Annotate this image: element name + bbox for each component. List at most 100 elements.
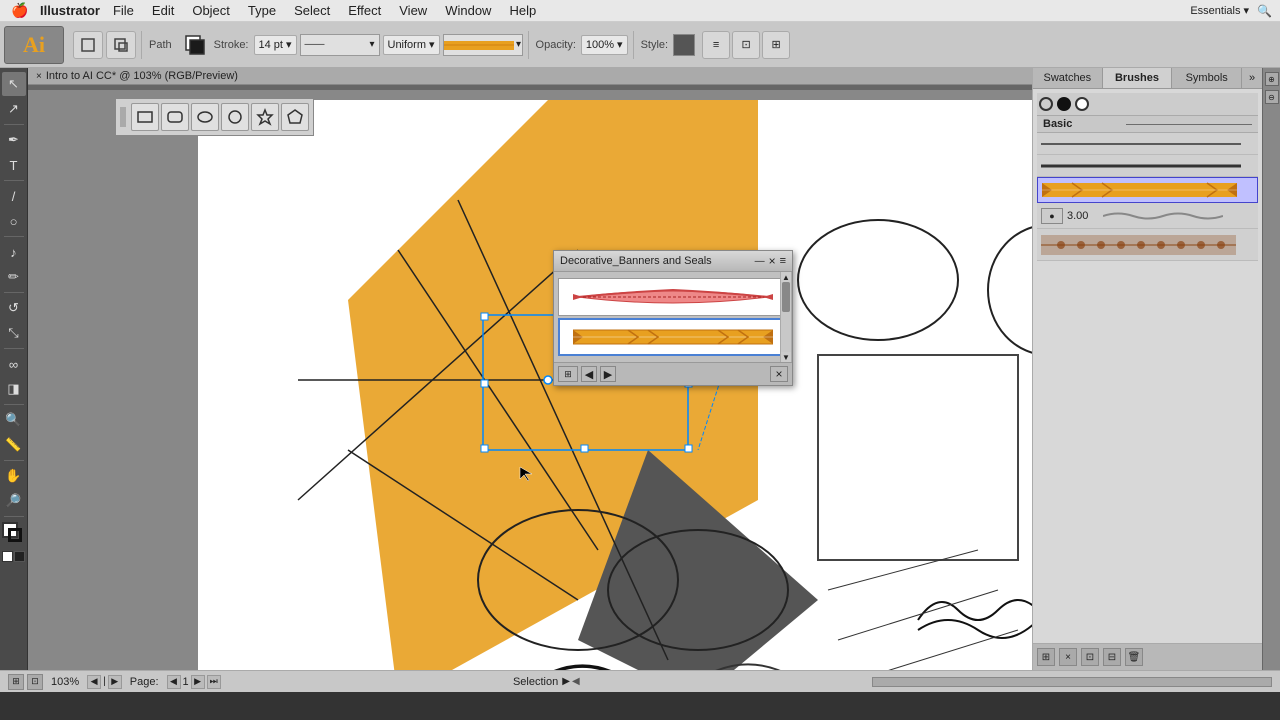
handle-ml[interactable] [481,380,488,387]
control-point-1[interactable] [544,376,552,384]
rotate-tool[interactable]: ↺ [2,296,26,320]
status-icon-1[interactable]: ⊞ [8,674,24,690]
handle-br[interactable] [685,445,692,452]
tab-brushes[interactable]: Brushes [1103,68,1173,88]
style-btn[interactable] [673,34,695,56]
menu-effect[interactable]: Effect [339,0,390,22]
none-icon[interactable] [2,551,13,562]
scroll-down-btn[interactable]: ▼ [781,352,791,362]
menu-select[interactable]: Select [285,0,339,22]
handle-tl[interactable] [481,313,488,320]
banners-minimize-btn[interactable]: — [755,256,765,267]
menu-view[interactable]: View [390,0,436,22]
brush-row-decorative[interactable] [1037,229,1258,261]
banner-item-2[interactable] [558,318,788,356]
right-panel-btn-2[interactable]: ⊖ [1265,90,1279,104]
handle-bl[interactable] [481,445,488,452]
panel-icon-trash[interactable]: 🗑 [1125,648,1143,666]
bottom-scrollbar[interactable] [872,677,1272,687]
banner-library-btn[interactable]: ⊞ [558,366,578,382]
panel-icon-1[interactable]: ⊞ [1037,648,1055,666]
page-last-btn[interactable]: ⏭ [207,675,221,689]
opacity-label: Opacity: [536,39,576,51]
scale-tool[interactable]: ⤡ [2,321,26,345]
hand-tool[interactable]: ✋ [2,464,26,488]
star-btn[interactable] [251,103,279,131]
tab-symbols[interactable]: Symbols [1172,68,1242,88]
rectangle-btn[interactable] [131,103,159,131]
apple-menu[interactable]: 🍎 [0,2,40,19]
type-tool[interactable]: T [2,153,26,177]
stroke-label: Stroke: [214,39,249,51]
ellipse-tool[interactable]: ○ [2,209,26,233]
menu-type[interactable]: Type [239,0,285,22]
banners-panel-titlebar[interactable]: Decorative_Banners and Seals — × ≡ [554,251,792,272]
right-panel-btn-1[interactable]: ⊕ [1265,72,1279,86]
rounded-rect-btn[interactable] [161,103,189,131]
panel-tabs-arrow[interactable]: » [1242,68,1262,88]
handle-bm[interactable] [581,445,588,452]
page-prev-btn[interactable]: ◀ [167,675,181,689]
brush-row-plain[interactable] [1037,133,1258,155]
stroke-width-select[interactable]: 14 pt ▾ [254,35,297,55]
paintbrush-tool[interactable]: ♪ [2,240,26,264]
banners-scrollbar[interactable]: ▲ ▼ [780,272,792,362]
panel-icon-2[interactable]: × [1059,648,1077,666]
brush-preview-icon [444,36,514,54]
ellipse-btn[interactable] [191,103,219,131]
zoom-tool[interactable]: 🔎 [2,489,26,513]
measure-tool[interactable]: 📏 [2,433,26,457]
stroke-style-select[interactable]: —— ▾ [300,34,380,56]
brush-row-selected[interactable] [1037,177,1258,203]
gradient-tool[interactable]: ◨ [2,377,26,401]
page-next-btn[interactable]: ▶ [191,675,205,689]
triangle-btn[interactable] [221,103,249,131]
document-tab[interactable]: × Intro to AI CC* @ 103% (RGB/Preview) [28,68,1032,85]
nav-arrow: ◀ [572,676,580,687]
zoom-up-btn[interactable]: ▶ [108,675,122,689]
canvas[interactable]: Decorative_Banners and Seals — × ≡ [28,90,1032,670]
menu-file[interactable]: File [104,0,143,22]
status-icon-2[interactable]: ⊡ [27,674,43,690]
none-icon2[interactable] [14,551,25,562]
tool-sep-4 [4,292,24,293]
panel-icon-4[interactable]: ⊟ [1103,648,1121,666]
polygon-btn[interactable] [281,103,309,131]
blend-tool[interactable]: ∞ [2,352,26,376]
brush-preview-btn[interactable]: ▾ [443,34,523,56]
warp-btn[interactable]: ⊡ [732,31,760,59]
zoom-down-btn[interactable]: ◀ [87,675,101,689]
menu-object[interactable]: Object [183,0,239,22]
tab-swatches[interactable]: Swatches [1033,68,1103,88]
fill-stroke-colors[interactable] [2,522,26,546]
opacity-select[interactable]: 100% ▾ [581,35,628,55]
banner-item-1[interactable] [558,278,788,316]
scroll-up-btn[interactable]: ▲ [781,272,791,282]
pen-tool[interactable]: ✒ [2,128,26,152]
banner-next-btn[interactable]: ▶ [600,366,616,382]
banner-prev-btn[interactable]: ◀ [581,366,597,382]
menu-edit[interactable]: Edit [143,0,183,22]
menu-help[interactable]: Help [500,0,545,22]
new-btn[interactable] [73,31,103,59]
selection-tool[interactable]: ↖ [2,72,26,96]
search-icon[interactable]: 🔍 [1257,4,1272,18]
line-tool[interactable]: / [2,184,26,208]
direct-select-tool[interactable]: ↗ [2,97,26,121]
transform-mode-btn[interactable] [106,31,136,59]
tab-close[interactable]: × [36,71,42,82]
banners-close-btn[interactable]: × [769,254,776,268]
envelope-btn[interactable]: ⊞ [762,31,790,59]
essentials-menu[interactable]: Essentials ▾ [1190,4,1249,17]
tool-sep-5 [4,348,24,349]
stroke-type-select[interactable]: Uniform ▾ [383,35,440,55]
banners-menu-btn[interactable]: ≡ [780,255,786,267]
banner-delete-btn[interactable]: × [770,366,788,382]
brush-row-2[interactable] [1037,155,1258,177]
toolbar-handle[interactable] [120,107,126,127]
menu-window[interactable]: Window [436,0,500,22]
transform-btn[interactable]: ≡ [702,31,730,59]
eyedropper-tool[interactable]: 🔍 [2,408,26,432]
pencil-tool[interactable]: ✏ [2,265,26,289]
panel-icon-3[interactable]: ⊡ [1081,648,1099,666]
